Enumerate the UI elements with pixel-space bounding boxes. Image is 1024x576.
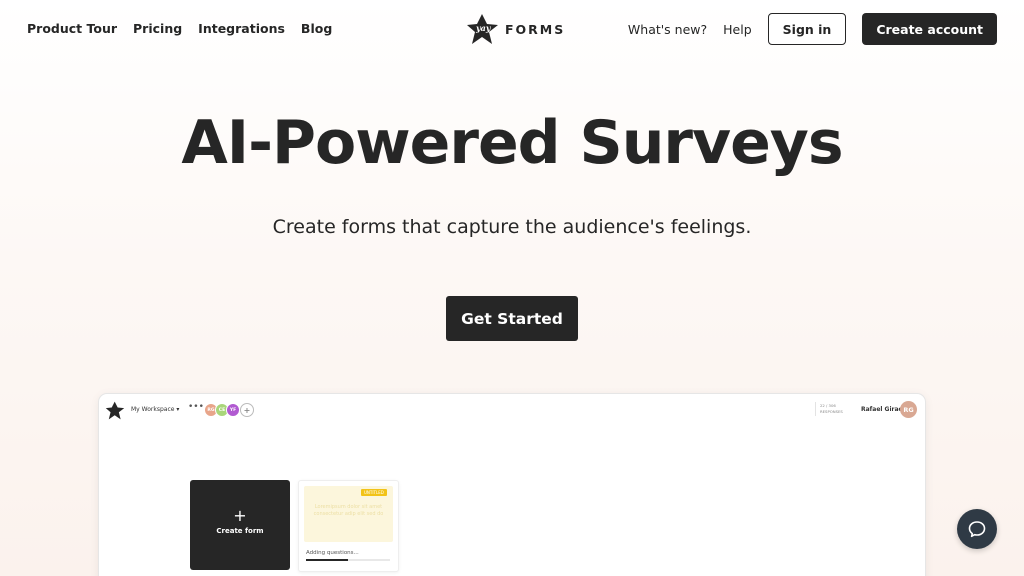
member-avatars: RG CE YF +: [204, 403, 254, 417]
logo-wordmark: FORMS: [505, 21, 566, 37]
progress-bar-fill: [306, 559, 348, 561]
nav-pricing[interactable]: Pricing: [133, 21, 182, 36]
create-form-label: Create form: [216, 527, 264, 535]
nav-integrations[interactable]: Integrations: [198, 21, 285, 36]
progress-bar: [306, 559, 390, 561]
brand-logo[interactable]: yay FORMS: [466, 13, 565, 45]
yay-star-logo-icon: yay: [467, 14, 498, 44]
workspace-selector[interactable]: My Workspace ▾: [131, 406, 179, 413]
form-card[interactable]: UNTITLED Loremipsum dolor sit amet conse…: [298, 480, 399, 572]
more-options-icon[interactable]: •••: [188, 402, 204, 412]
user-name: Rafael Girao: [861, 406, 903, 413]
status-badge: UNTITLED: [361, 489, 387, 496]
primary-nav: Product Tour Pricing Integrations Blog: [27, 21, 332, 36]
top-navigation: Product Tour Pricing Integrations Blog y…: [0, 0, 1024, 60]
sign-in-button[interactable]: Sign in: [767, 13, 847, 45]
plus-icon: +: [233, 506, 247, 525]
svg-text:yay: yay: [475, 23, 492, 33]
create-account-button[interactable]: Create account: [862, 13, 997, 45]
chat-launcher-button[interactable]: [957, 509, 997, 549]
help-link[interactable]: Help: [723, 22, 752, 37]
preview-logo-icon: [105, 401, 125, 420]
chevron-down-icon: ▾: [176, 406, 180, 413]
workspace-name: My Workspace: [131, 406, 175, 413]
hero-title: AI-Powered Surveys: [181, 108, 843, 178]
form-card-cover: UNTITLED Loremipsum dolor sit amet conse…: [304, 486, 393, 542]
header-divider: [815, 402, 816, 416]
hero-subtitle: Create forms that capture the audience's…: [272, 216, 752, 238]
create-form-tile[interactable]: + Create form: [190, 480, 290, 570]
user-avatar[interactable]: RG: [900, 401, 917, 418]
add-member-button[interactable]: +: [240, 403, 254, 417]
nav-product-tour[interactable]: Product Tour: [27, 21, 117, 36]
app-preview-screenshot: My Workspace ▾ ••• RG CE YF + 22 / 306 R…: [99, 394, 925, 576]
nav-blog[interactable]: Blog: [301, 21, 332, 36]
responses-counter: 22 / 306 RESPONSES: [820, 403, 843, 415]
get-started-button[interactable]: Get Started: [446, 296, 578, 341]
secondary-nav: What's new? Help Sign in Create account: [628, 13, 997, 45]
form-card-text: Loremipsum dolor sit amet consectetur ad…: [313, 504, 384, 517]
responses-label: RESPONSES: [820, 409, 843, 414]
whats-new-link[interactable]: What's new?: [628, 22, 707, 37]
chat-bubble-icon: [968, 521, 986, 538]
avatar[interactable]: YF: [226, 403, 240, 417]
form-card-status: Adding questions...: [306, 550, 359, 556]
